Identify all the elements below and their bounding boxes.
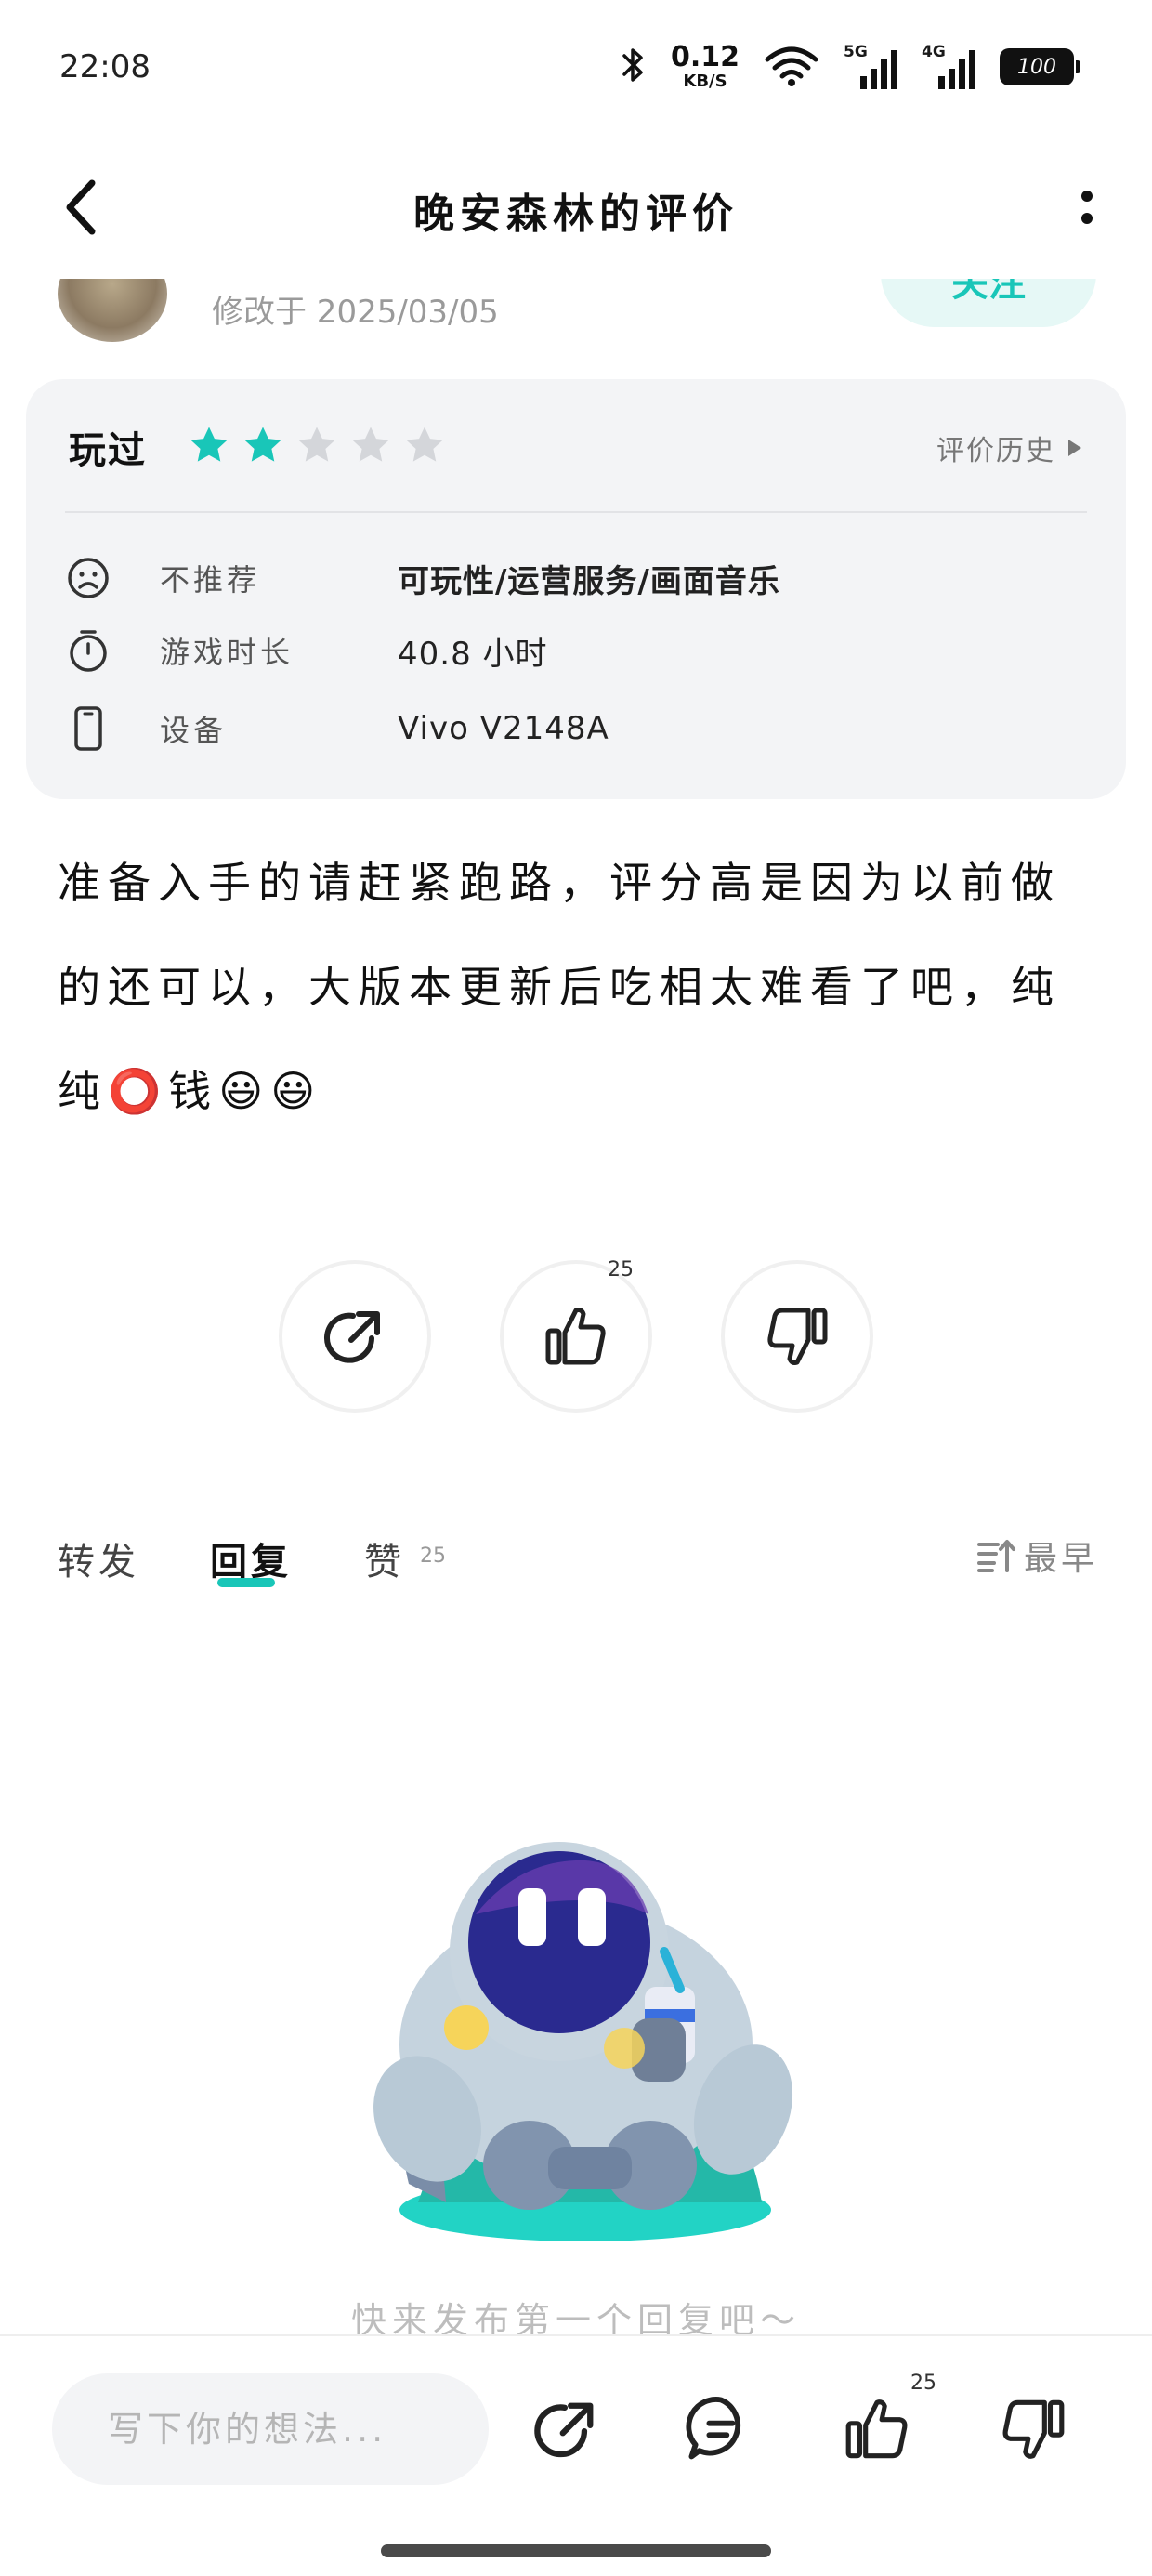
comment-bubble-icon: [686, 2397, 741, 2460]
phone-icon: [65, 705, 111, 752]
home-indicator[interactable]: [381, 2544, 771, 2557]
info-key: 不推荐: [160, 562, 261, 598]
battery-icon: 100: [1000, 48, 1080, 85]
bottom-share-button[interactable]: [520, 2383, 613, 2476]
like-count: 25: [608, 1258, 634, 1281]
tab-likes-count: 25: [420, 1544, 446, 1568]
star-icon-empty: [298, 427, 335, 462]
status-time: 22:08: [59, 48, 151, 85]
like-button[interactable]: [500, 1260, 652, 1413]
vertical-dots-icon: [1081, 191, 1093, 224]
play-arrow-icon: [1068, 440, 1081, 456]
star-rating: [188, 424, 446, 467]
review-info-card: 玩过 评价历史 不推荐 可玩性/运营服务/画面音乐 游戏时长 40.8 小时 设…: [26, 379, 1126, 799]
sort-label: 最早: [1023, 1540, 1098, 1578]
battery-level: 100: [1017, 55, 1056, 79]
thumbs-up-icon: [545, 1308, 606, 1365]
card-divider: [65, 511, 1087, 513]
info-row-playtime: 游戏时长 40.8 小时: [65, 623, 547, 678]
bottom-dislike-button[interactable]: [987, 2383, 1080, 2476]
page-title: 晚安森林的评价: [413, 191, 739, 238]
signal-4g-icon: 4G: [922, 43, 975, 89]
stopwatch-icon: [65, 627, 111, 674]
info-value: 40.8 小时: [398, 635, 548, 673]
more-options-button[interactable]: [1059, 175, 1115, 240]
signal-5g-label: 5G: [844, 43, 868, 61]
thumbs-up-icon: [845, 2399, 908, 2459]
share-icon: [324, 1311, 380, 1363]
review-body: 准备入手的请赶紧跑路，评分高是因为以前做的还可以，大版本更新后吃相太难看了吧，纯…: [58, 858, 1061, 1116]
sad-face-icon: [65, 555, 111, 601]
star-icon-empty: [406, 427, 443, 462]
info-row-recommend: 不推荐 可玩性/运营服务/画面音乐: [65, 550, 779, 606]
thumbs-down-icon: [1002, 2399, 1065, 2459]
bottom-action-bar: 25: [0, 2334, 1152, 2576]
wifi-icon: [764, 43, 819, 91]
network-speed-value: 0.12: [670, 41, 740, 73]
follow-label: 关注: [951, 279, 1026, 305]
empty-state-mascot: [353, 1812, 818, 2249]
star-icon-filled: [190, 427, 228, 462]
bluetooth-icon: [621, 45, 647, 89]
sort-ascending-icon: [976, 1540, 1015, 1572]
star-icon-empty: [352, 427, 389, 462]
tab-likes[interactable]: 赞: [364, 1531, 405, 1585]
reply-tabs: 转发 回复 赞 25 最早: [0, 1524, 1152, 1598]
signal-4g-label: 4G: [922, 43, 946, 61]
active-tab-indicator: [217, 1578, 275, 1587]
status-icons: 0.12 KB/S 5G 4G 100: [621, 41, 1080, 93]
bottom-comment-button[interactable]: [674, 2383, 767, 2476]
played-label: 玩过: [69, 429, 147, 472]
signal-5g-icon: 5G: [844, 43, 897, 89]
network-speed: 0.12 KB/S: [671, 44, 740, 90]
bottom-like-count: 25: [910, 2372, 936, 2395]
status-bar: 22:08 0.12 KB/S 5G 4G 100: [0, 0, 1152, 139]
tab-repost[interactable]: 转发: [58, 1531, 139, 1585]
info-value: Vivo V2148A: [398, 710, 609, 747]
review-history-label: 评价历史: [936, 435, 1055, 467]
follow-button[interactable]: 关注: [881, 279, 1096, 327]
share-button[interactable]: [279, 1260, 431, 1413]
info-key: 设备: [160, 713, 228, 748]
info-key: 游戏时长: [160, 635, 295, 670]
bottom-like-button[interactable]: [831, 2383, 923, 2476]
info-value: 可玩性/运营服务/画面音乐: [398, 562, 780, 600]
dislike-button[interactable]: [721, 1260, 873, 1413]
sort-button[interactable]: 最早: [975, 1531, 1098, 1580]
modified-date: 修改于 2025/03/05: [212, 294, 499, 331]
thumbs-down-icon: [767, 1308, 828, 1365]
share-icon: [534, 2402, 594, 2458]
info-row-device: 设备 Vivo V2148A: [65, 701, 609, 756]
star-icon-filled: [244, 427, 281, 462]
header: 晚安森林的评价: [0, 139, 1152, 279]
network-speed-unit: KB/S: [683, 72, 727, 91]
author-row: 修改于 2025/03/05 关注: [0, 279, 1152, 353]
avatar[interactable]: [58, 279, 167, 342]
comment-input[interactable]: [52, 2373, 489, 2485]
review-history-link[interactable]: 评价历史: [936, 427, 1083, 468]
